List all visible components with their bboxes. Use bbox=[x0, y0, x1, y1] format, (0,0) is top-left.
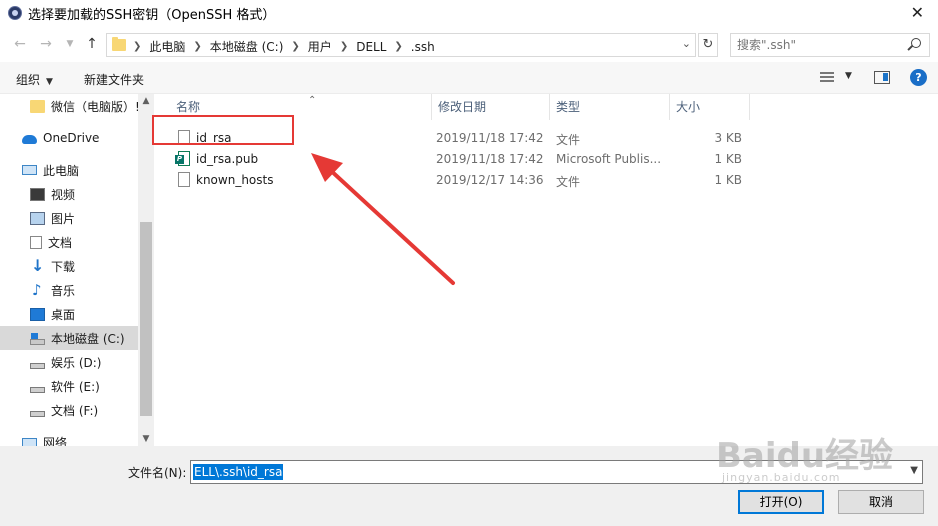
filename-dropdown-chevron-icon[interactable]: ▼ bbox=[910, 465, 918, 476]
baidu-watermark: Baidu经验 jingyan.baidu.com bbox=[716, 428, 893, 484]
annotation-arrow-shaft bbox=[326, 166, 455, 285]
filename-label: 文件名(N): bbox=[128, 466, 187, 480]
watermark-text: Baidu经验 bbox=[716, 436, 894, 476]
open-button[interactable]: 打开(O) bbox=[738, 490, 824, 514]
filename-selected-text[interactable]: ELL\.ssh\id_rsa bbox=[193, 464, 284, 480]
cancel-button[interactable]: 取消 bbox=[838, 490, 924, 514]
